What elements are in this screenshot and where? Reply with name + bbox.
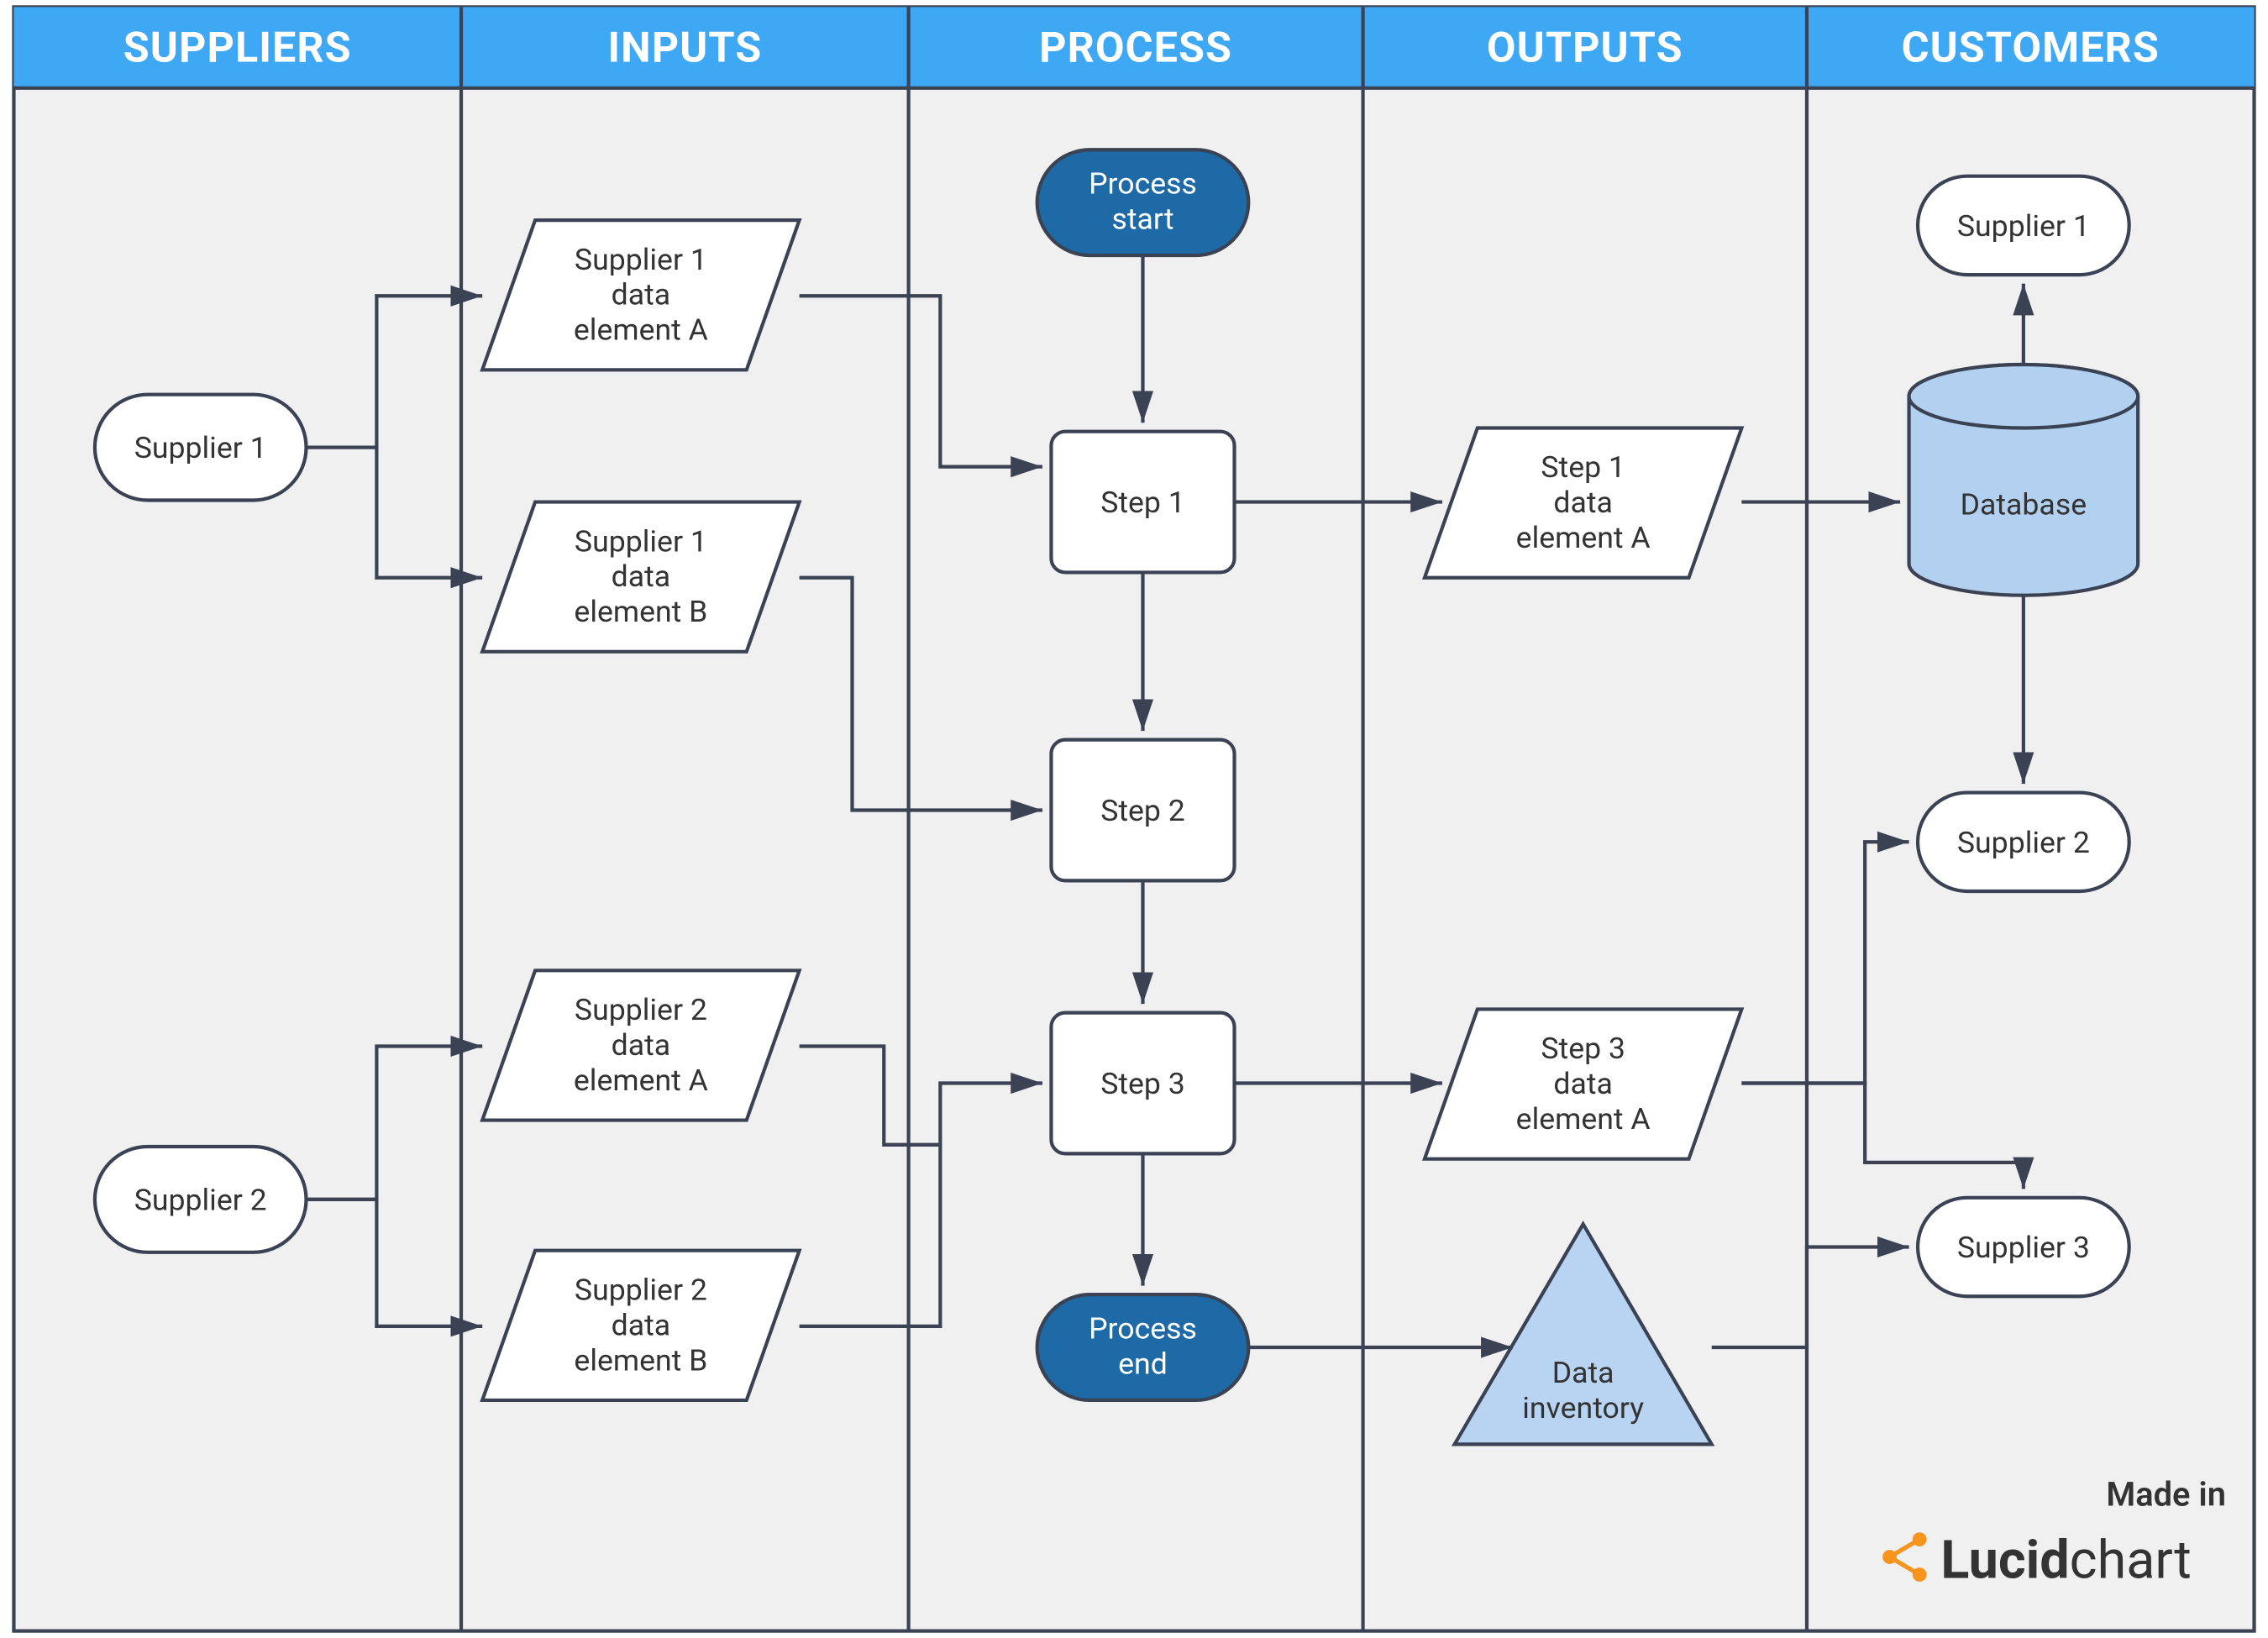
svg-text:Step 3: Step 3 [1541, 1031, 1625, 1066]
svg-text:data: data [612, 277, 671, 312]
svg-text:data: data [612, 1027, 671, 1063]
supplier1-label: Supplier 1 [134, 430, 267, 465]
svg-text:Data: Data [1552, 1355, 1614, 1390]
svg-text:Supplier 1: Supplier 1 [1957, 208, 2090, 244]
svg-text:element B: element B [574, 594, 707, 629]
svg-text:Supplier 2: Supplier 2 [575, 992, 707, 1027]
svg-text:Database: Database [1961, 486, 2087, 522]
svg-text:Supplier 3: Supplier 3 [1957, 1230, 2090, 1265]
svg-text:Supplier 1: Supplier 1 [575, 242, 707, 277]
svg-text:data: data [612, 1307, 671, 1342]
svg-text:inventory: inventory [1522, 1390, 1644, 1425]
svg-text:Supplier 1: Supplier 1 [575, 523, 707, 559]
col-outputs: OUTPUTS [1487, 23, 1683, 72]
col-inputs: INPUTS [607, 23, 762, 72]
col-suppliers: SUPPLIERS [123, 23, 352, 72]
svg-text:element A: element A [574, 1063, 708, 1098]
svg-text:Supplier 2: Supplier 2 [575, 1272, 707, 1307]
svg-text:Step 1: Step 1 [1541, 449, 1625, 485]
col-customers: CUSTOMERS [1902, 23, 2160, 72]
col-process: PROCESS [1039, 23, 1232, 72]
brand-lucid: Lucidchart [1940, 1530, 2192, 1592]
svg-text:element A: element A [1516, 520, 1651, 555]
svg-text:Process: Process [1089, 166, 1197, 202]
svg-text:data: data [612, 559, 671, 594]
sipoc-diagram: SUPPLIERS INPUTS PROCESS OUTPUTS CUSTOME… [0, 0, 2268, 1638]
svg-text:element A: element A [574, 312, 708, 348]
svg-text:Step 1: Step 1 [1100, 485, 1185, 520]
svg-text:end: end [1118, 1346, 1168, 1381]
svg-text:Process: Process [1089, 1311, 1197, 1347]
svg-text:data: data [1553, 485, 1613, 520]
svg-text:start: start [1111, 202, 1173, 237]
database-node [1909, 365, 2139, 596]
supplier2-label: Supplier 2 [134, 1182, 267, 1217]
svg-text:data: data [1553, 1066, 1613, 1101]
made-in-label: Made in [2106, 1475, 2226, 1515]
svg-text:Supplier 2: Supplier 2 [1957, 825, 2090, 860]
svg-text:Step 3: Step 3 [1100, 1066, 1185, 1101]
svg-text:Step 2: Step 2 [1100, 793, 1185, 828]
svg-text:element B: element B [574, 1342, 707, 1378]
svg-text:element A: element A [1516, 1101, 1651, 1137]
